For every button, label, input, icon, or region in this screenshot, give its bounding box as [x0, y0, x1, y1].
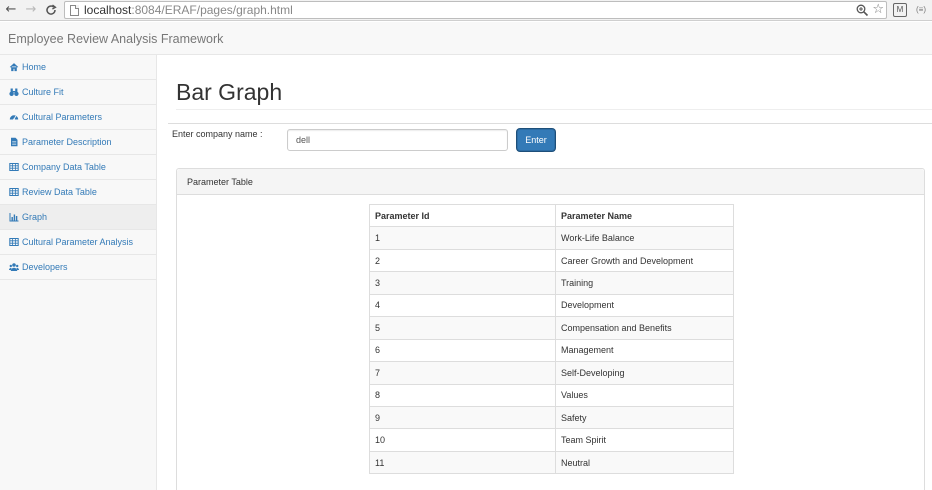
url-host: localhost [84, 3, 132, 17]
top-navbar: Employee Review Analysis Framework [0, 22, 932, 55]
parameter-id-cell: 5 [369, 316, 556, 340]
sidebar-item-home[interactable]: Home [0, 55, 156, 80]
sidebar-item-label: Culture Fit [22, 87, 64, 97]
browser-toolbar: ← → localhost:8084/ERAF/pages/graph.html… [0, 0, 932, 21]
parameter-name-cell: Development [555, 293, 734, 318]
bookmark-star-icon[interactable]: ☆ [872, 2, 884, 18]
parameter-id-cell: 8 [369, 383, 556, 407]
sidebar-item-label: Cultural Parameter Analysis [22, 237, 134, 247]
form-divider [168, 123, 932, 124]
company-name-input[interactable] [287, 129, 508, 151]
sidebar-item-developers[interactable]: Developers [0, 255, 156, 280]
sidebar-item-cultural-parameter-analysis[interactable]: Cultural Parameter Analysis [0, 230, 156, 255]
table-row: 3 Training [369, 271, 734, 295]
column-header-parameter-name: Parameter Name [555, 203, 734, 228]
title-divider [176, 109, 932, 110]
sidebar-item-label: Cultural Parameters [22, 112, 103, 122]
table-row: 6 Management [369, 338, 734, 363]
parameter-id-cell: 9 [369, 405, 556, 430]
parameter-id-cell: 6 [369, 338, 556, 363]
parameter-name-cell: Compensation and Benefits [555, 316, 734, 340]
parameter-name-cell: Team Spirit [555, 428, 734, 452]
sidebar-item-label: Review Data Table [22, 187, 97, 197]
parameter-name-cell: Training [555, 271, 734, 295]
table-icon [9, 187, 19, 196]
parameter-id-cell: 1 [369, 226, 556, 250]
enter-button[interactable]: Enter [517, 129, 555, 151]
sidebar-item-label: Developers [22, 262, 68, 272]
url-text: localhost:8084/ERAF/pages/graph.html [84, 3, 293, 18]
sidebar-item-cultural-parameters[interactable]: Cultural Parameters [0, 105, 156, 130]
table-icon [9, 237, 19, 246]
table-row: 4 Development [369, 293, 734, 318]
reload-icon[interactable] [43, 2, 59, 18]
bar-chart-icon [9, 212, 19, 222]
parameter-id-cell: 7 [369, 361, 556, 385]
sidebar-item-culture-fit[interactable]: Culture Fit [0, 80, 156, 105]
table-row: 11 Neutral [369, 450, 734, 475]
panel-heading: Parameter Table [177, 169, 924, 195]
sidebar-item-graph[interactable]: Graph [0, 205, 156, 230]
panel-title: Parameter Table [187, 177, 253, 187]
table-row: 2 Career Growth and Development [369, 248, 734, 273]
file-icon [11, 137, 18, 146]
extension-icon[interactable]: M [893, 3, 907, 17]
sidebar-item-label: Home [22, 62, 47, 72]
url-path: :8084/ERAF/pages/graph.html [131, 3, 293, 17]
binoculars-icon [9, 88, 19, 96]
zoom-icon[interactable] [856, 3, 869, 21]
table-row: 7 Self-Developing [369, 361, 734, 385]
parameter-name-cell: Career Growth and Development [555, 248, 734, 273]
table-row: 5 Compensation and Benefits [369, 316, 734, 340]
parameter-id-cell: 11 [369, 450, 556, 475]
parameter-id-cell: 3 [369, 271, 556, 295]
sidebar-item-parameter-description[interactable]: Parameter Description [0, 130, 156, 155]
page-title: Bar Graph [176, 79, 283, 105]
extension-menu-icon[interactable]: (≡) [914, 3, 928, 17]
company-name-label: Enter company name : [172, 129, 263, 139]
table-row: 8 Values [369, 383, 734, 407]
parameter-id-cell: 10 [369, 428, 556, 452]
column-header-parameter-id: Parameter Id [369, 203, 556, 228]
parameter-table: Parameter Id Parameter Name 1 Work-Life B… [369, 203, 734, 475]
users-icon [9, 262, 19, 271]
parameter-name-cell: Neutral [555, 450, 734, 475]
parameter-id-cell: 4 [369, 293, 556, 318]
sidebar-item-label: Parameter Description [22, 137, 112, 147]
sidebar: Home Culture Fit Cultural Parameters Par… [0, 55, 157, 490]
parameter-name-cell: Work-Life Balance [555, 226, 734, 250]
parameter-name-cell: Safety [555, 405, 734, 430]
parameter-name-cell: Values [555, 383, 734, 407]
sidebar-item-label: Graph [22, 212, 48, 222]
forward-arrow-icon[interactable]: → [23, 2, 39, 18]
sidebar-item-label: Company Data Table [22, 162, 106, 172]
sidebar-item-company-data-table[interactable]: Company Data Table [0, 155, 156, 180]
back-arrow-icon[interactable]: ← [3, 2, 19, 18]
table-header-row: Parameter Id Parameter Name [369, 203, 734, 228]
table-row: 1 Work-Life Balance [369, 226, 734, 250]
parameter-name-cell: Self-Developing [555, 361, 734, 385]
table-row: 9 Safety [369, 405, 734, 430]
home-icon [9, 62, 19, 71]
table-row: 10 Team Spirit [369, 428, 734, 452]
brand-title[interactable]: Employee Review Analysis Framework [8, 32, 223, 46]
table-icon [9, 162, 19, 171]
sidebar-item-review-data-table[interactable]: Review Data Table [0, 180, 156, 205]
address-bar[interactable]: localhost:8084/ERAF/pages/graph.html ☆ [64, 1, 887, 19]
tachometer-icon [9, 114, 19, 120]
parameter-id-cell: 2 [369, 248, 556, 273]
page-icon [70, 5, 79, 16]
parameter-name-cell: Management [555, 338, 734, 363]
